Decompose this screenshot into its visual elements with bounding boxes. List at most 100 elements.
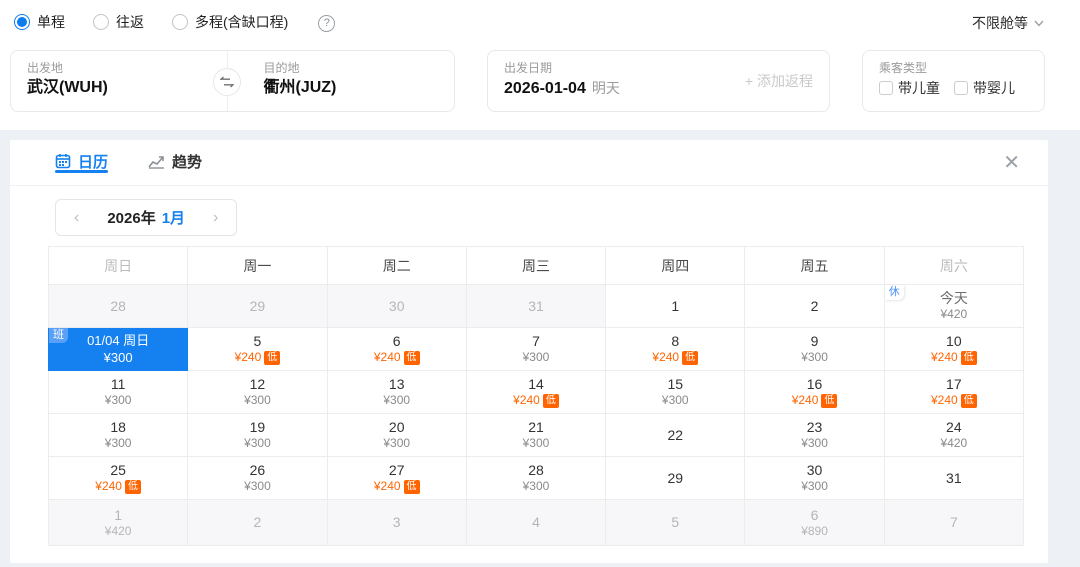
day-price: ¥890 <box>745 524 883 539</box>
price-amount: ¥300 <box>383 436 411 450</box>
price-amount: ¥300 <box>801 350 828 364</box>
day-price: ¥300 <box>467 479 605 494</box>
price-amount: ¥300 <box>104 393 132 407</box>
calendar-day-cell[interactable]: 25 ¥240 低 <box>47 456 189 500</box>
day-price: ¥300 <box>467 350 605 365</box>
passenger-type-box: 乘客类型 带儿童 带婴儿 <box>862 50 1045 112</box>
day-number: 18 <box>110 419 126 435</box>
day-price: ¥240 低 <box>885 393 1023 408</box>
calendar-day-cell[interactable]: 12 ¥300 <box>187 370 328 414</box>
calendar-day-cell[interactable]: 5 ¥240 低 <box>187 327 328 371</box>
calendar-day-cell[interactable]: 9 ¥300 <box>744 327 885 371</box>
day-price: ¥240 低 <box>467 393 605 408</box>
low-price-badge: 低 <box>124 480 141 494</box>
calendar-day-cell: 5 <box>605 499 746 546</box>
day-price: ¥300 <box>188 479 326 494</box>
destination-field[interactable]: 目的地 衢州(JUZ) <box>218 51 455 111</box>
calendar-day-cell[interactable]: 27 ¥240 低 <box>326 456 467 500</box>
day-price: ¥300 <box>328 393 466 408</box>
help-icon[interactable]: ? <box>318 14 336 32</box>
day-number: 31 <box>946 469 962 486</box>
day-number: 7 <box>949 514 958 530</box>
price-amount: ¥240 <box>373 479 401 493</box>
calendar-day-cell[interactable]: 16 ¥240 低 <box>744 370 885 414</box>
calendar-day-cell[interactable]: 8 ¥240 低 <box>605 327 746 371</box>
price-amount: ¥300 <box>801 436 828 450</box>
calendar-day-cell[interactable]: 19 ¥300 <box>187 413 328 457</box>
add-return-button[interactable]: + 添加返程 <box>745 71 813 91</box>
price-amount: ¥240 <box>791 393 819 407</box>
passenger-checkbox-child[interactable]: 带儿童 <box>879 78 940 98</box>
calendar-day-cell[interactable]: 26 ¥300 <box>187 456 328 500</box>
calendar-day-cell[interactable]: 13 ¥300 <box>326 370 467 414</box>
calendar-day-cell[interactable]: 24 ¥420 <box>883 413 1025 457</box>
calendar-day-cell[interactable]: 29 <box>605 456 746 500</box>
tab-trend[interactable]: 趋势 <box>148 151 202 172</box>
calendar-day-cell[interactable]: 1 <box>605 284 746 328</box>
calendar-day-cell-selected[interactable]: 班 01/04 周日 ¥300 <box>47 327 189 371</box>
weekday-header: 周一 <box>187 246 328 285</box>
cabin-class-selector[interactable]: 不限舱等 <box>972 13 1044 33</box>
swap-cities-button[interactable] <box>213 68 241 96</box>
day-price: ¥300 <box>467 436 605 451</box>
day-price: ¥420 <box>49 524 187 539</box>
calendar-panel-area: 日历 趋势 ✕ ‹ 2026年 1月 › 周日 周一 周二 周三 周四 周五 周六 28 29 30… <box>0 130 1080 567</box>
calendar-day-cell[interactable]: 20 ¥300 <box>326 413 467 457</box>
calendar-day-cell[interactable]: 17 ¥240 低 <box>883 370 1025 414</box>
month-text: 1月 <box>161 210 186 227</box>
day-price: ¥240 低 <box>745 393 883 408</box>
calendar-day-cell[interactable]: 休 今天 ¥420 <box>883 284 1025 328</box>
day-price: ¥240 低 <box>328 350 466 365</box>
calendar-day-cell[interactable]: 15 ¥300 <box>605 370 746 414</box>
price-amount: ¥300 <box>522 479 550 493</box>
trip-type-label: 往返 <box>116 13 144 30</box>
departure-field[interactable]: 出发地 武汉(WUH) <box>11 51 218 111</box>
calendar-day-cell[interactable]: 11 ¥300 <box>47 370 189 414</box>
price-amount: ¥240 <box>513 393 540 407</box>
price-amount: ¥240 <box>95 479 122 493</box>
calendar-day-cell[interactable]: 7 ¥300 <box>465 327 607 371</box>
selected-date-price: ¥300 <box>103 350 133 365</box>
trip-type-multicity[interactable]: 多程(含缺口程) <box>172 12 288 32</box>
day-price: ¥300 <box>745 479 883 494</box>
day-number: 9 <box>810 333 819 349</box>
price-amount: ¥300 <box>383 393 411 407</box>
day-price: ¥300 <box>745 436 883 451</box>
calendar-day-cell[interactable]: 23 ¥300 <box>744 413 885 457</box>
calendar-day-cell[interactable]: 18 ¥300 <box>47 413 189 457</box>
day-number: 2 <box>253 514 262 530</box>
day-number: 2 <box>810 297 819 314</box>
close-icon[interactable]: ✕ <box>1003 153 1020 173</box>
date-hint: 明天 <box>591 80 620 96</box>
search-fields-row: 出发地 武汉(WUH) 目的地 衢州(JUZ) 出发日期 2026-01-04 … <box>10 50 1045 112</box>
trip-type-oneway[interactable]: 单程 <box>14 12 65 32</box>
low-price-badge: 低 <box>403 480 420 494</box>
chevron-down-icon <box>1034 20 1044 27</box>
calendar-day-cell[interactable]: 31 <box>883 456 1025 500</box>
calendar-day-cell: 6 ¥890 <box>744 499 885 546</box>
calendar-day-cell[interactable]: 2 <box>744 284 885 328</box>
prev-month-button[interactable]: ‹ <box>72 209 81 226</box>
day-number: 5 <box>253 333 262 349</box>
day-price: ¥240 低 <box>885 350 1023 365</box>
trip-type-row: 单程 往返 多程(含缺口程) ? 不限舱等 <box>0 10 1080 36</box>
calendar-day-cell[interactable]: 28 ¥300 <box>465 456 607 500</box>
calendar-day-cell: 28 <box>47 284 189 328</box>
calendar-day-cell[interactable]: 21 ¥300 <box>465 413 607 457</box>
next-month-button[interactable]: › <box>211 209 220 226</box>
trip-type-roundtrip[interactable]: 往返 <box>93 12 144 32</box>
calendar-day-cell[interactable]: 14 ¥240 低 <box>465 370 607 414</box>
price-amount: ¥300 <box>244 393 271 407</box>
departure-value: 武汉(WUH) <box>27 79 108 96</box>
tab-calendar[interactable]: 日历 <box>55 151 109 173</box>
day-number: 11 <box>110 376 126 392</box>
calendar-day-cell[interactable]: 22 <box>605 413 746 457</box>
calendar-day-cell[interactable]: 30 ¥300 <box>744 456 885 500</box>
calendar-day-cell[interactable]: 6 ¥240 低 <box>326 327 467 371</box>
day-number: 7 <box>532 333 540 349</box>
passenger-checkbox-infant[interactable]: 带婴儿 <box>954 78 1015 98</box>
radio-icon <box>93 13 109 30</box>
calendar-day-cell[interactable]: 10 ¥240 低 <box>883 327 1025 371</box>
low-price-badge: 低 <box>403 351 420 365</box>
day-number: 14 <box>528 376 544 392</box>
